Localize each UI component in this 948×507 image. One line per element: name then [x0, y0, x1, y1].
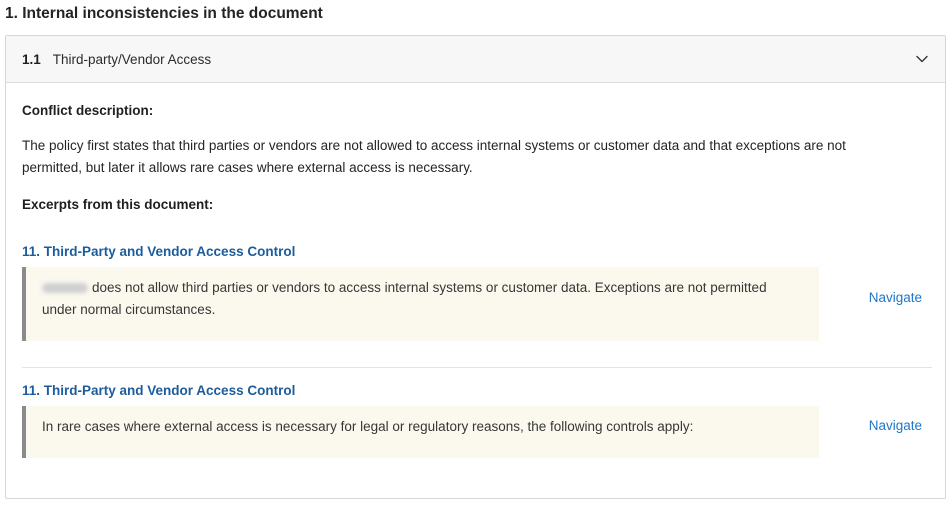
conflict-description: The policy first states that third parti… [22, 138, 846, 175]
conflict-title: Third-party/Vendor Access [52, 51, 212, 67]
excerpt-text-1: does not allow third parties or vendors … [42, 280, 767, 317]
conflict-number: 1.1 [22, 51, 41, 67]
excerpt-heading-1[interactable]: 11. Third-Party and Vendor Access Contro… [22, 244, 295, 259]
excerpt-heading-2[interactable]: 11. Third-Party and Vendor Access Contro… [22, 383, 295, 398]
conflict-description-label: Conflict description: [22, 103, 154, 118]
excerpt-divider [22, 367, 932, 368]
navigate-button-1[interactable]: Navigate [869, 290, 922, 305]
navigate-button-2[interactable]: Navigate [869, 418, 922, 433]
conflict-panel: 1.1 Third-party/Vendor Access Conflict d… [5, 35, 946, 499]
conflict-header[interactable]: 1.1 Third-party/Vendor Access [6, 36, 945, 83]
excerpt-quote-1: does not allow third parties or vendors … [22, 267, 819, 341]
excerpts-label: Excerpts from this document: [22, 197, 214, 212]
section-title: 1. Internal inconsistencies in the docum… [5, 5, 323, 22]
chevron-down-icon[interactable] [913, 50, 931, 68]
redacted-name [42, 283, 88, 294]
excerpt-quote-2: In rare cases where external access is n… [22, 406, 819, 458]
excerpt-text-2: In rare cases where external access is n… [42, 419, 694, 434]
